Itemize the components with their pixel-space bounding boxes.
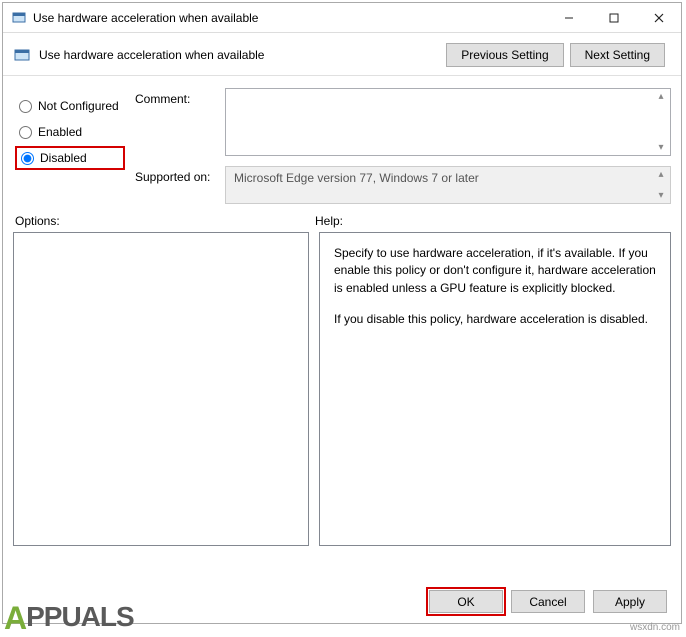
radio-enabled[interactable]: Enabled [15,120,125,144]
panes-row: Specify to use hardware acceleration, if… [3,232,681,546]
radio-enabled-input[interactable] [19,126,32,139]
options-pane [13,232,309,546]
ok-button[interactable]: OK [429,590,503,613]
radio-not-configured[interactable]: Not Configured [15,94,125,118]
options-label: Options: [15,214,315,228]
policy-title: Use hardware acceleration when available [39,48,446,62]
supported-text: Microsoft Edge version 77, Windows 7 or … [225,166,671,204]
previous-setting-button[interactable]: Previous Setting [446,43,563,67]
supported-label: Supported on: [135,166,217,204]
window-controls [546,3,681,32]
help-text-p2: If you disable this policy, hardware acc… [334,311,656,328]
dialog-window: Use hardware acceleration when available… [2,2,682,624]
comment-textarea[interactable]: ▴▾ [225,88,671,156]
comment-scrollbar[interactable]: ▴▾ [654,91,668,153]
state-radio-group: Not Configured Enabled Disabled [15,88,125,204]
supported-value: Microsoft Edge version 77, Windows 7 or … [234,171,479,185]
watermark-text: wsxdn.com [630,622,680,633]
dialog-button-bar: OK Cancel Apply [429,590,667,613]
logo-a-icon: A [4,600,26,637]
fields-column: Comment: ▴▾ Supported on: Microsoft Edge… [135,88,671,204]
apply-button[interactable]: Apply [593,590,667,613]
next-setting-button[interactable]: Next Setting [570,43,665,67]
close-button[interactable] [636,3,681,32]
titlebar: Use hardware acceleration when available [3,3,681,33]
radio-disabled-input[interactable] [21,152,34,165]
radio-enabled-label: Enabled [38,125,82,139]
radio-disabled[interactable]: Disabled [15,146,125,170]
pane-label-row: Options: Help: [3,204,681,232]
logo-text: PPUALS [26,601,134,633]
policy-icon [11,10,27,26]
divider [3,75,681,76]
radio-disabled-label: Disabled [40,151,87,165]
help-text-p1: Specify to use hardware acceleration, if… [334,245,656,297]
header-row: Use hardware acceleration when available… [3,33,681,75]
radio-not-configured-label: Not Configured [38,99,119,113]
maximize-button[interactable] [591,3,636,32]
policy-icon [13,46,31,64]
comment-label: Comment: [135,88,217,156]
minimize-button[interactable] [546,3,591,32]
radio-not-configured-input[interactable] [19,100,32,113]
supported-row: Supported on: Microsoft Edge version 77,… [135,166,671,204]
cancel-button[interactable]: Cancel [511,590,585,613]
help-pane: Specify to use hardware acceleration, if… [319,232,671,546]
comment-row: Comment: ▴▾ [135,88,671,156]
site-logo: APPUALS [0,596,140,635]
config-area: Not Configured Enabled Disabled Comment:… [3,82,681,204]
supported-scrollbar[interactable]: ▴▾ [654,169,668,201]
nav-button-group: Previous Setting Next Setting [446,43,665,67]
help-label: Help: [315,214,343,228]
window-title: Use hardware acceleration when available [33,11,546,25]
